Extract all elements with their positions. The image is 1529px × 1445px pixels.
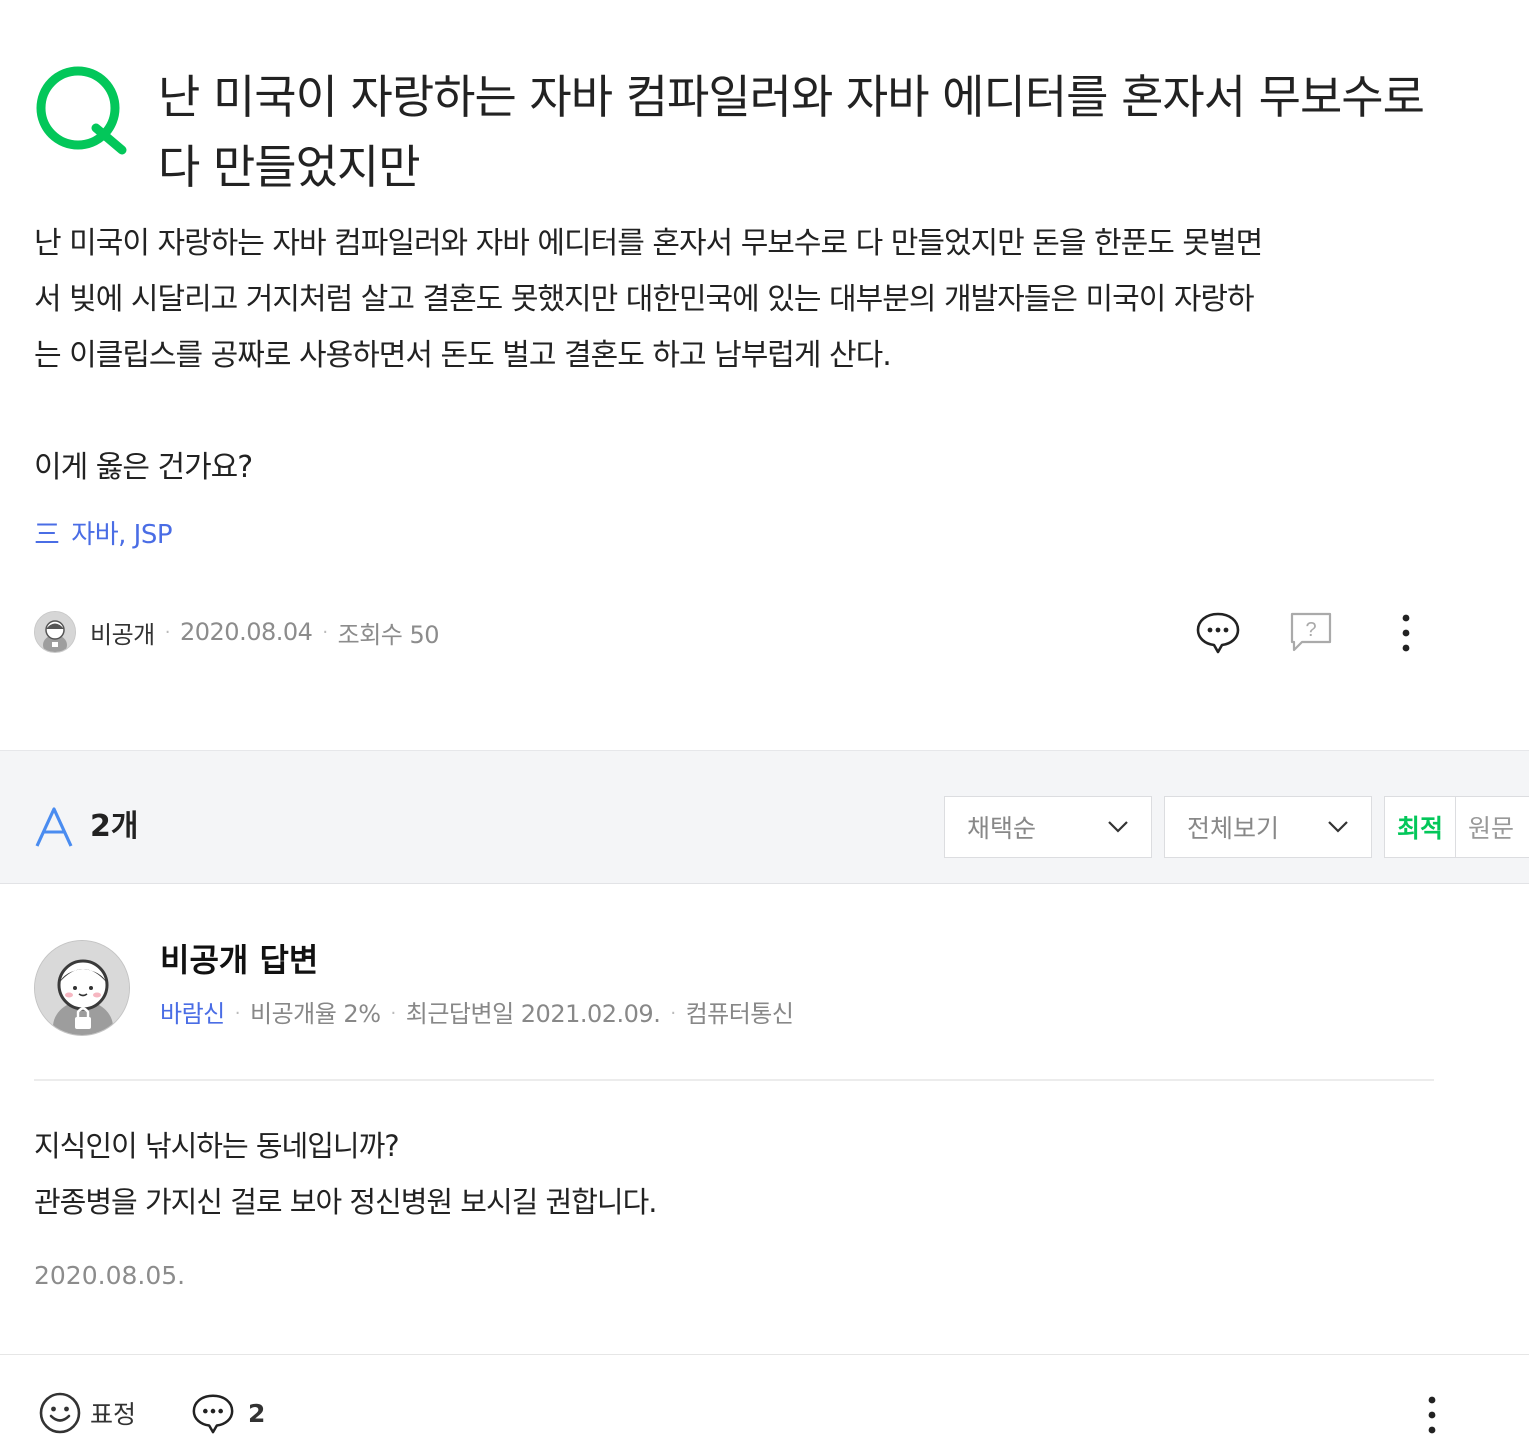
question-meta: 비공개 · 2020.08.04 · 조회수 50: [34, 608, 440, 656]
answer-count: 2개: [90, 809, 139, 844]
answerer-meta: 바람신 · 비공개율 2% · 최근답변일 2021.02.09. · 컴퓨터통…: [160, 994, 794, 1034]
sort-select[interactable]: 채택순: [944, 796, 1152, 858]
question-q-icon: [36, 66, 127, 155]
view-toggle: 최적 원문: [1384, 796, 1529, 858]
question-body-line: 이게 옳은 건가요?: [34, 450, 253, 485]
answer-a-icon: [35, 807, 73, 847]
toggle-original[interactable]: 원문: [1456, 797, 1526, 857]
answer-date: 2020.08.05.: [34, 1261, 186, 1290]
separator-dot: ·: [390, 1003, 397, 1024]
tag-list-icon: 三: [34, 520, 60, 550]
footer-divider: [0, 1354, 1529, 1355]
answer-comment-button[interactable]: 2: [190, 1390, 265, 1436]
more-icon[interactable]: [1392, 610, 1420, 656]
chevron-down-icon: [1108, 821, 1128, 833]
question-body-line: 서 빚에 시달리고 거지처럼 살고 결혼도 못했지만 대한민국에 있는 대부분의…: [34, 282, 1255, 317]
chevron-down-icon: [1328, 821, 1348, 833]
question-body-line: [34, 384, 1444, 440]
answerer-name: 비공개 답변: [160, 941, 319, 979]
question-date: 2020.08.04: [179, 618, 313, 646]
smile-icon: [39, 1392, 81, 1434]
comment-icon: [192, 1394, 234, 1434]
separator-dot: ·: [164, 621, 171, 643]
answer-body: 지식인이 낚시하는 동네입니까? 관종병을 가지신 걸로 보아 정신병원 보시길…: [34, 1118, 657, 1230]
reaction-button[interactable]: 표정: [38, 1390, 136, 1436]
tag-links[interactable]: 자바, JSP: [71, 520, 172, 550]
answer-category: 컴퓨터통신: [685, 1000, 794, 1028]
filter-select-value: 전체보기: [1187, 814, 1280, 843]
author-avatar: [34, 611, 76, 653]
author-name: 비공개: [90, 620, 155, 649]
answer-divider: [34, 1079, 1434, 1081]
separator-dot: ·: [670, 1003, 676, 1024]
toggle-best[interactable]: 최적: [1385, 797, 1457, 857]
question-tags[interactable]: 三 자바, JSP: [34, 512, 173, 558]
question-body: 난 미국이 자랑하는 자바 컴파일러와 자바 에디터를 혼자서 무보수로 다 만…: [34, 216, 1444, 496]
more-icon[interactable]: [1418, 1392, 1446, 1438]
question-views: 조회수 50: [337, 620, 440, 649]
svg-text:?: ?: [1305, 619, 1316, 641]
comment-count: 2: [248, 1398, 266, 1428]
comment-icon[interactable]: [1194, 608, 1242, 656]
reaction-label: 표정: [90, 1400, 137, 1429]
answerer-grade[interactable]: 바람신: [160, 994, 225, 1034]
answer-body-line: 지식인이 낚시하는 동네입니까?: [34, 1129, 400, 1163]
private-user-icon: [35, 612, 75, 652]
recent-answer-date: 최근답변일 2021.02.09.: [405, 1000, 661, 1028]
answerer-avatar: [34, 940, 130, 1036]
question-body-line: 는 이클립스를 공짜로 사용하면서 돈도 벌고 결혼도 하고 남부럽게 산다.: [34, 338, 892, 373]
private-rate: 비공개율 2%: [249, 1000, 381, 1028]
sort-select-value: 채택순: [967, 814, 1037, 843]
question-body-line: 난 미국이 자랑하는 자바 컴파일러와 자바 에디터를 혼자서 무보수로 다 만…: [34, 226, 1263, 261]
question-icon[interactable]: ?: [1288, 610, 1334, 656]
separator-dot: ·: [234, 1003, 241, 1024]
separator-dot: ·: [322, 621, 328, 643]
private-user-icon: [35, 941, 129, 1035]
question-title: 난 미국이 자랑하는 자바 컴파일러와 자바 에디터를 혼자서 무보수로 다 만…: [158, 70, 1425, 194]
answer-body-line: 관종병을 가지신 걸로 보아 정신병원 보시길 권합니다.: [34, 1185, 657, 1219]
filter-select[interactable]: 전체보기: [1164, 796, 1372, 858]
